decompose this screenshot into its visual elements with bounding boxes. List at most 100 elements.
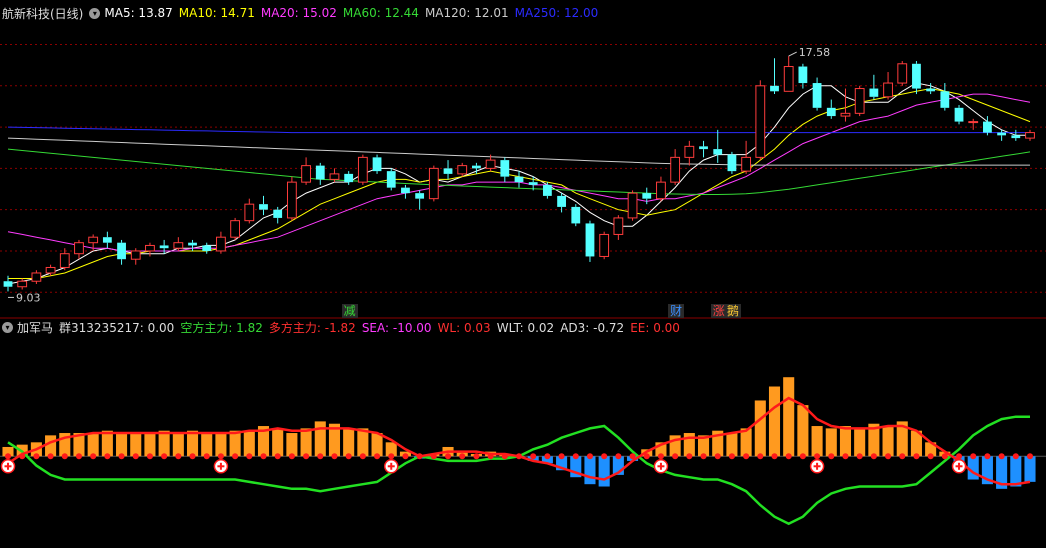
candle (826, 99, 836, 119)
candle (670, 149, 681, 185)
settings-circle-icon[interactable]: ▾ (89, 7, 101, 19)
candle (74, 239, 84, 260)
zero-dot (856, 453, 863, 460)
stock-title: 航新科技(日线) (2, 6, 84, 21)
candle (699, 140, 708, 158)
histogram-bar (768, 386, 781, 457)
histogram-bar (797, 405, 809, 457)
candle (230, 217, 241, 240)
zero-dot (657, 453, 664, 460)
candle (514, 171, 524, 188)
candle (344, 171, 354, 185)
ma-legend-item-1: MA10: 14.71 (178, 6, 255, 20)
candle-body (428, 167, 439, 200)
candle (869, 74, 879, 100)
zero-dot (416, 453, 423, 460)
buy-signal-icon (0, 459, 16, 474)
indicator-chart[interactable] (0, 336, 1046, 546)
candle-body (1011, 135, 1021, 139)
candle (755, 80, 766, 161)
zero-dot (629, 453, 636, 460)
candle-body (386, 171, 396, 188)
candle-body (840, 112, 851, 117)
candle-body (1025, 132, 1035, 139)
candle-body (472, 165, 481, 169)
zero-dot (1027, 453, 1033, 460)
zero-dot (459, 453, 466, 460)
zero-dot (5, 453, 11, 460)
ma-legend-item-4: MA120: 12.01 (424, 6, 509, 20)
candle (684, 140, 695, 166)
histogram-bar (116, 433, 128, 457)
zero-dot (842, 453, 849, 460)
candle-body (940, 91, 950, 108)
zero-dot (899, 453, 906, 460)
candle-body (684, 145, 695, 158)
indicator-legend-item-3: SEA: -10.00 (361, 320, 432, 335)
zero-dot (374, 453, 381, 460)
candle-body (485, 159, 496, 169)
ma-legend-item-0: MA5: 13.87 (104, 6, 173, 20)
candle (954, 105, 964, 125)
candle-body (968, 121, 979, 124)
candle (202, 242, 212, 254)
zero-dot (700, 453, 707, 460)
histogram-bar (1024, 456, 1036, 482)
candle-body (415, 193, 425, 199)
candle (854, 85, 865, 117)
candle-body (102, 237, 112, 243)
candle (457, 162, 468, 177)
candle-body (783, 66, 794, 92)
candle (713, 129, 723, 163)
indicator-legend-item-7: EE: 0.00 (630, 320, 680, 335)
candle-body (130, 250, 141, 260)
candle-body (627, 192, 638, 219)
candle-body (259, 204, 268, 210)
candle (301, 157, 311, 185)
event-marker[interactable]: 鹅 (724, 304, 741, 318)
candle-body (329, 173, 340, 180)
candle (145, 242, 155, 257)
zero-dot (388, 453, 395, 460)
candle-body (514, 176, 524, 183)
histogram-bar (371, 433, 383, 457)
zero-dot (601, 453, 608, 460)
candle-body (188, 242, 197, 246)
histogram-bar (598, 456, 610, 487)
candle-body (216, 236, 226, 252)
candle-body (344, 173, 354, 183)
candle-body (244, 203, 255, 222)
candle (117, 239, 126, 265)
zero-dot (118, 453, 125, 460)
zero-dot (61, 453, 68, 460)
candle-body (926, 88, 936, 92)
candle (372, 154, 382, 174)
candle-body (31, 272, 42, 282)
event-marker[interactable]: 减 (341, 304, 358, 318)
candle (500, 157, 510, 183)
candle-body (954, 107, 964, 122)
indicator-legend-item-0: 群313235217: 0.00 (59, 320, 175, 335)
histogram-bar (854, 428, 866, 457)
indicator-legend-item-5: WLT: 0.02 (496, 320, 555, 335)
candle-body (457, 165, 468, 175)
candle (159, 239, 169, 254)
main-price-chart[interactable]: 17.58 9.03 (0, 22, 1046, 322)
candle (571, 204, 581, 227)
histogram-bar (101, 430, 113, 457)
candle (840, 88, 851, 122)
candle (259, 195, 268, 216)
indicator-settings-circle-icon[interactable]: ▾ (2, 321, 13, 333)
candle-body (173, 242, 184, 249)
histogram-bar (754, 400, 766, 457)
zero-dot (104, 453, 111, 460)
zero-dot (984, 453, 991, 460)
candle-body (117, 242, 126, 260)
event-marker[interactable]: 财 (668, 304, 685, 318)
zero-dot (615, 453, 622, 460)
zero-dot (743, 453, 750, 460)
candle-body (301, 165, 311, 183)
candle (401, 184, 410, 199)
high-pointer (788, 51, 797, 57)
ma-legend-item-2: MA20: 15.02 (260, 6, 337, 20)
